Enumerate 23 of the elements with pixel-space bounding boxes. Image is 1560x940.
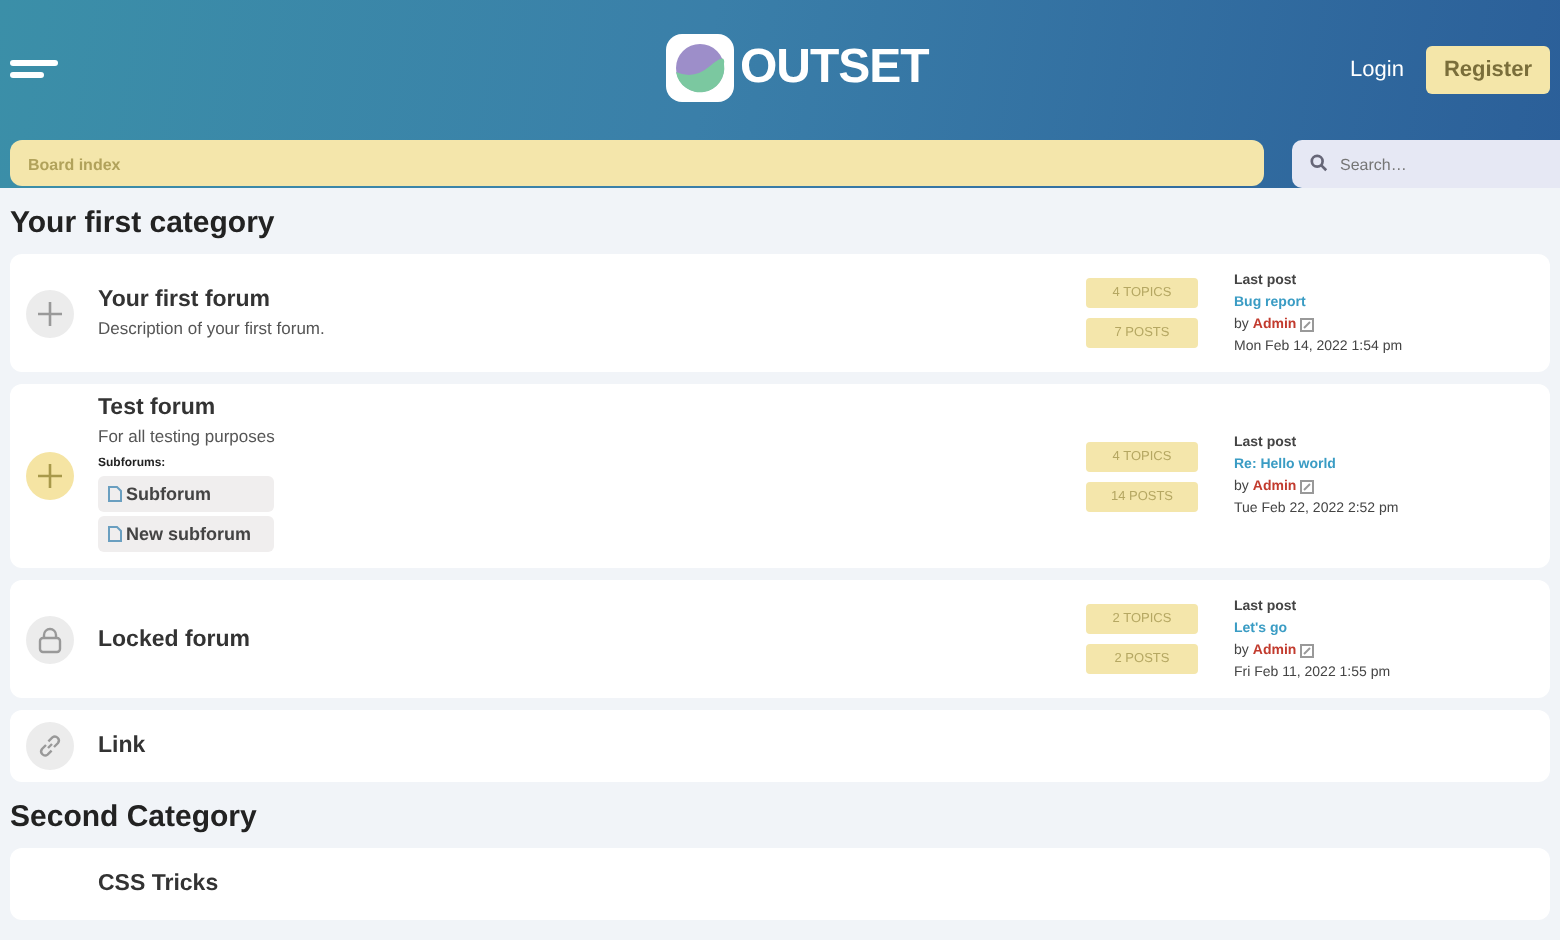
register-button[interactable]: Register <box>1425 46 1550 94</box>
file-icon <box>108 486 122 502</box>
view-post-icon[interactable] <box>1300 317 1315 331</box>
forum-title[interactable]: Your first forum <box>98 288 1086 312</box>
view-post-icon[interactable] <box>1300 480 1315 494</box>
file-icon <box>108 526 122 542</box>
category-title: Second Category <box>10 800 259 836</box>
search-icon <box>1310 154 1328 172</box>
view-post-icon[interactable] <box>1300 643 1315 657</box>
forum-title[interactable]: CSS Tricks <box>98 872 1534 896</box>
subforum-link[interactable]: Subforum <box>98 476 274 512</box>
forum-title[interactable]: Test forum <box>98 396 1086 420</box>
menu-icon[interactable] <box>10 58 62 82</box>
category-title: Your first category <box>10 206 277 242</box>
forum-title[interactable]: Locked forum <box>98 627 1086 651</box>
forum-title[interactable]: Link <box>98 734 1534 758</box>
forum-description: Description of your first forum. <box>98 318 327 338</box>
forum-description: For all testing purposes <box>98 426 277 446</box>
logo-text: OUTSET <box>740 40 929 96</box>
search-field[interactable]: Search… <box>1292 140 1560 188</box>
subforum-link[interactable]: New subforum <box>98 516 274 552</box>
logo-icon <box>666 34 734 102</box>
login-link[interactable]: Login <box>1350 58 1404 82</box>
